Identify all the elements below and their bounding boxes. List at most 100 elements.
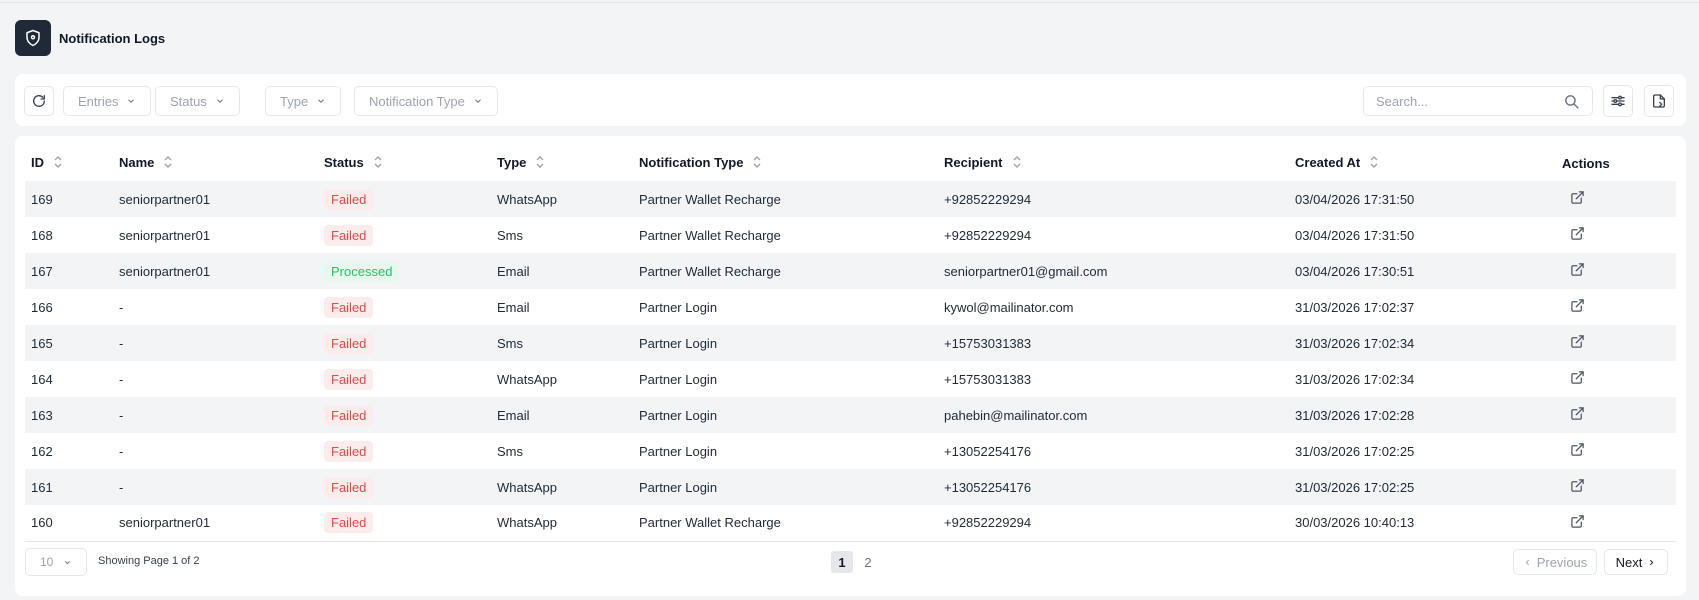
- table-row: 166 - Failed Email Partner Login kywol@mailin…: [25, 289, 1676, 325]
- column-header-recipient[interactable]: Recipient: [938, 146, 1289, 181]
- cell-recipient: +13052254176: [938, 469, 1289, 505]
- sort-icon[interactable]: [1013, 155, 1021, 172]
- cell-actions: [1556, 361, 1676, 397]
- cell-name: -: [119, 299, 124, 315]
- previous-label: Previous: [1536, 554, 1588, 570]
- status-badge: Failed: [324, 332, 374, 354]
- cell-recipient: +92852229294: [944, 227, 1032, 243]
- column-header-status[interactable]: Status: [318, 146, 491, 181]
- filter-settings-button[interactable]: [1603, 85, 1633, 117]
- cell-actions: [1556, 181, 1676, 217]
- export-button[interactable]: [1644, 85, 1674, 117]
- cell-notification-type: Partner Wallet Recharge: [633, 253, 938, 289]
- table-row: 162 - Failed Sms Partner Login +13052254176 31…: [25, 433, 1676, 469]
- cell-name: -: [113, 469, 318, 505]
- cell-type: Email: [491, 397, 633, 433]
- sort-icon[interactable]: [54, 155, 62, 172]
- page-button-1[interactable]: 1: [831, 551, 853, 573]
- cell-status: Failed: [318, 361, 491, 397]
- notification-type-filter-label: Notification Type: [369, 93, 465, 109]
- page-button-2[interactable]: 2: [857, 551, 879, 573]
- cell-recipient: +92852229294: [938, 505, 1289, 542]
- status-badge: Failed: [324, 368, 374, 390]
- cell-recipient: pahebin@mailinator.com: [938, 397, 1289, 433]
- rows-per-page-select[interactable]: 10: [25, 548, 87, 576]
- entries-filter-label: Entries: [78, 93, 119, 109]
- cell-recipient: +92852229294: [938, 181, 1289, 217]
- export-file-icon: [1653, 94, 1665, 108]
- cell-created-at: 31/03/2026 17:02:25: [1289, 469, 1556, 505]
- notification-type-filter[interactable]: Notification Type: [354, 86, 498, 116]
- cell-created-at: 30/03/2026 10:40:13: [1289, 505, 1556, 542]
- table-row: 163- Failed Email Partner Login pahebin@mail…: [25, 397, 1676, 433]
- cell-status: Failed: [318, 325, 491, 361]
- cell-id: 164: [31, 371, 53, 387]
- column-header-type[interactable]: Type: [491, 146, 633, 181]
- cell-recipient: +15753031383: [944, 371, 1032, 387]
- column-header-id[interactable]: ID: [25, 146, 113, 181]
- cell-notification-type: Partner Wallet Recharge: [633, 181, 938, 217]
- status-filter[interactable]: Status: [155, 86, 240, 116]
- cell-status: Failed: [318, 469, 491, 505]
- open-external-icon[interactable]: [1570, 514, 1585, 529]
- cell-notification-type: Partner Login: [633, 325, 938, 361]
- search-input[interactable]: [1376, 93, 1563, 109]
- cell-status: Failed: [318, 433, 491, 469]
- cell-actions: [1556, 289, 1676, 325]
- cell-recipient: +13052254176: [944, 443, 1032, 459]
- open-external-icon[interactable]: [1570, 442, 1585, 457]
- sort-icon[interactable]: [753, 155, 761, 172]
- cell-id: 168: [31, 227, 53, 243]
- sort-icon[interactable]: [1370, 155, 1378, 172]
- page-info: Showing Page 1 of 2: [98, 555, 200, 567]
- open-external-icon[interactable]: [1570, 190, 1585, 205]
- cell-id: 160: [25, 505, 113, 542]
- sort-icon[interactable]: [374, 155, 382, 172]
- cell-status: Failed: [318, 181, 491, 217]
- cell-actions: [1556, 325, 1676, 361]
- column-header-name[interactable]: Name: [113, 146, 318, 181]
- cell-notification-type: Partner Wallet Recharge: [639, 227, 781, 243]
- cell-type: WhatsApp: [491, 181, 633, 217]
- open-external-icon[interactable]: [1570, 334, 1585, 349]
- next-label: Next: [1615, 554, 1643, 570]
- table-row: 169 seniorpartner01 Failed WhatsApp Partner …: [25, 181, 1676, 217]
- search-box: [1363, 86, 1593, 116]
- cell-created-at: 31/03/2026 17:02:34: [1295, 371, 1415, 387]
- cell-type: WhatsApp: [497, 371, 557, 387]
- open-external-icon[interactable]: [1570, 226, 1585, 241]
- open-external-icon[interactable]: [1570, 298, 1585, 313]
- table-row: 160 seniorpartner01 Failed WhatsApp Partner …: [25, 505, 1676, 542]
- cell-created-at: 31/03/2026 17:02:34: [1289, 325, 1556, 361]
- toolbar: Entries Status Type Notification Type: [15, 74, 1686, 126]
- cell-name: seniorpartner01: [113, 181, 318, 217]
- open-external-icon[interactable]: [1570, 370, 1585, 385]
- status-badge: Failed: [324, 404, 374, 426]
- cell-actions: [1556, 253, 1676, 289]
- next-button[interactable]: Next: [1604, 549, 1668, 575]
- cell-id: 163: [25, 397, 113, 433]
- cell-type: Email: [497, 299, 530, 315]
- cell-id: 166: [31, 299, 53, 315]
- cell-name: -: [113, 397, 318, 433]
- open-external-icon[interactable]: [1570, 478, 1585, 493]
- column-header-created-at[interactable]: Created At: [1289, 146, 1556, 181]
- cell-name: -: [119, 371, 124, 387]
- sort-icon[interactable]: [164, 155, 172, 172]
- column-header-notification-type[interactable]: Notification Type: [633, 146, 938, 181]
- table-row: 167 seniorpartner01 Processed Email Partner …: [25, 253, 1676, 289]
- cell-notification-type: Partner Login: [639, 299, 718, 315]
- cell-type: Sms: [497, 227, 523, 243]
- search-icon[interactable]: [1563, 93, 1580, 110]
- entries-filter[interactable]: Entries: [63, 86, 152, 116]
- refresh-button[interactable]: [24, 86, 54, 116]
- open-external-icon[interactable]: [1570, 406, 1585, 421]
- chevron-down-icon: [126, 96, 136, 106]
- open-external-icon[interactable]: [1570, 262, 1585, 277]
- type-filter[interactable]: Type: [265, 86, 342, 116]
- sort-icon[interactable]: [536, 155, 544, 172]
- cell-id: 161: [25, 469, 113, 505]
- previous-button[interactable]: Previous: [1513, 549, 1597, 575]
- cell-id: 165: [25, 325, 113, 361]
- cell-created-at: 03/04/2026 17:30:51: [1289, 253, 1556, 289]
